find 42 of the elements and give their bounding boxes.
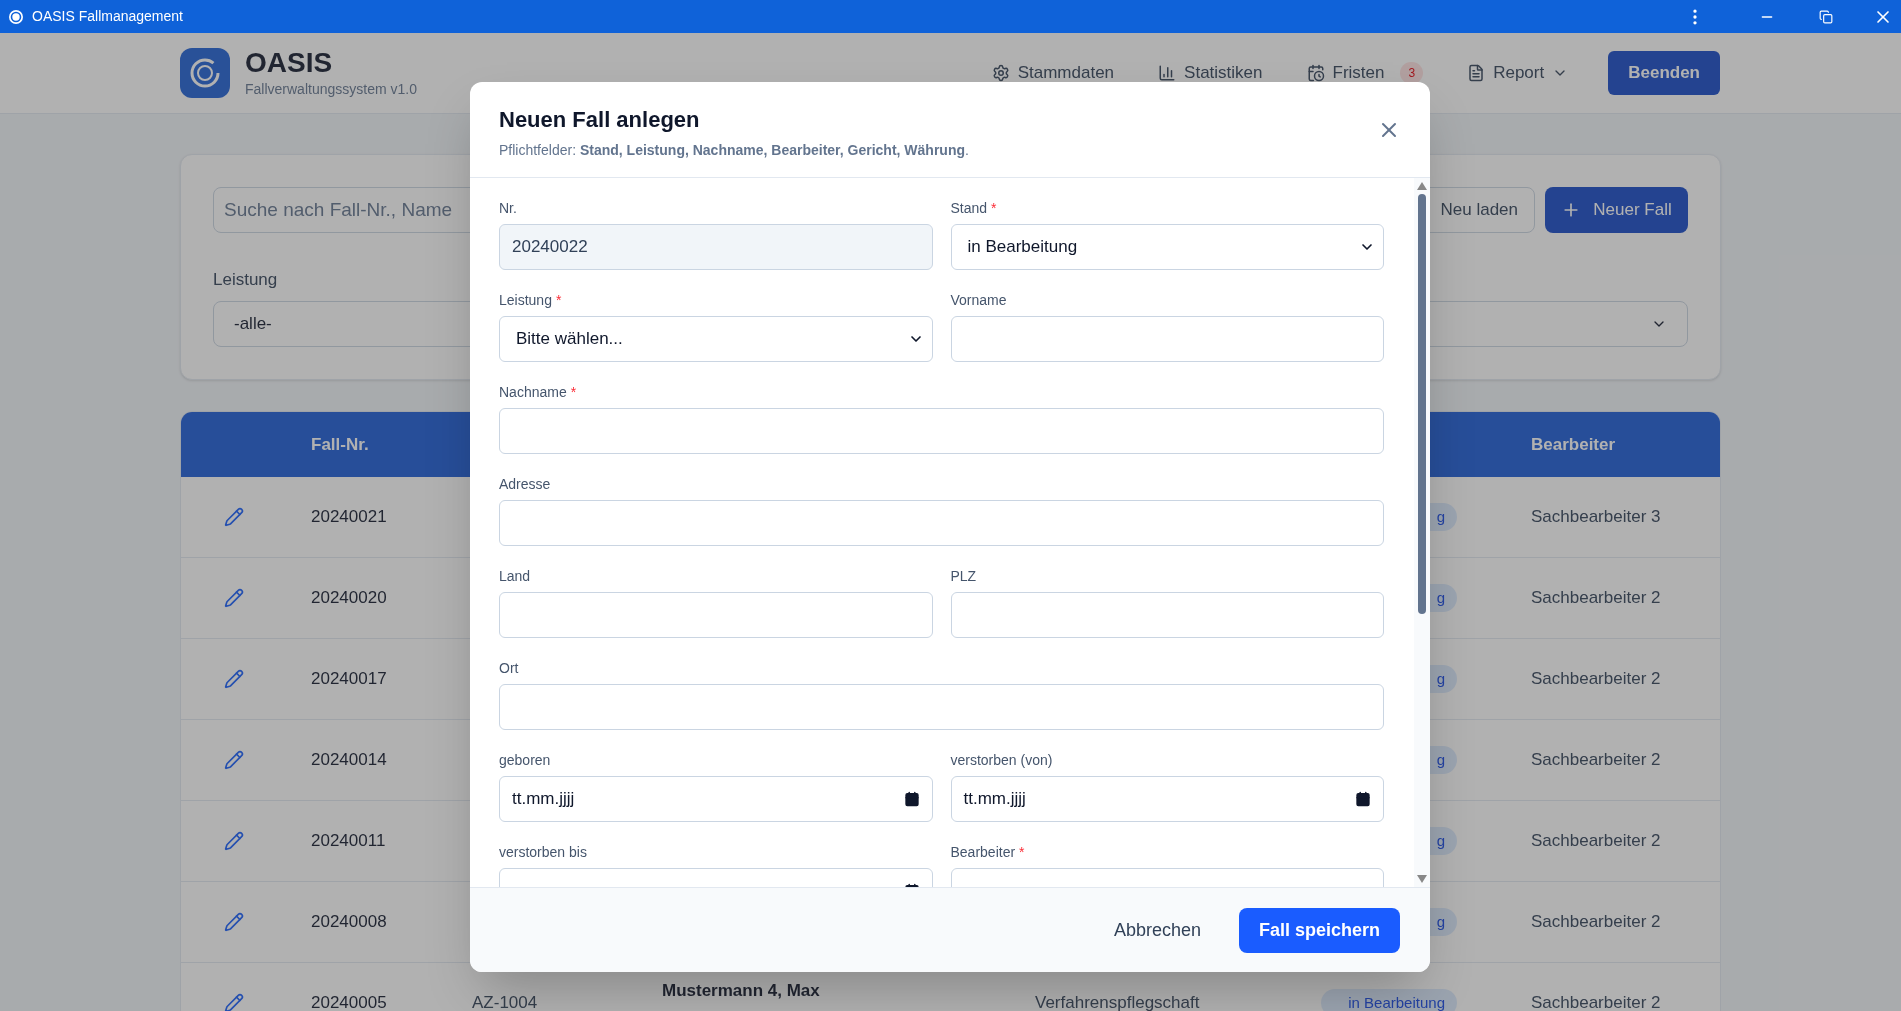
table-cell-text: 20240008	[311, 911, 388, 934]
field-label: verstorben (von)	[950, 750, 1053, 770]
required-mark: *	[991, 198, 997, 218]
table-cell-text: 20240017	[311, 668, 388, 691]
table-cell-text: Mustermann 4, Max	[662, 980, 821, 1003]
table-cell-text: Sachbearbeiter 2	[1531, 587, 1662, 610]
required-mark: *	[570, 382, 577, 402]
status-badge: in Bearbeitung	[1321, 988, 1457, 1011]
table-cell-text: 20240014	[311, 749, 388, 772]
app-name: OASIS	[245, 46, 334, 79]
field-label: Stand	[950, 198, 988, 218]
column-header: Bearbeiter	[1531, 433, 1617, 456]
field-label: Bearbeiter	[950, 842, 1016, 862]
field-label: Ort	[499, 658, 519, 678]
count-badge: 3	[1400, 62, 1424, 84]
table-cell-text: Sachbearbeiter 2	[1531, 668, 1662, 691]
table-cell-text: Sachbearbeiter 2	[1531, 992, 1662, 1011]
field-label: geboren	[499, 750, 551, 770]
field-label: Nr.	[499, 198, 517, 218]
table-cell-text: Sachbearbeiter 3	[1531, 506, 1662, 529]
field-label: PLZ	[950, 566, 977, 586]
table-cell-text: Sachbearbeiter 2	[1531, 911, 1662, 934]
field-label: verstorben bis	[499, 842, 587, 862]
table-cell-text: 20240005	[311, 992, 388, 1011]
field-label: Nachname	[499, 382, 567, 402]
table-cell-text: AZ-1004	[472, 992, 539, 1011]
dialog-subtitle: Pflichtfelder: Stand, Leistung, Nachname, Bearbeiter, Gericht, Währung.	[499, 140, 969, 160]
table-cell-text: 20240011	[311, 830, 387, 853]
table-cell-text: Verfahrenspflegschaft	[1035, 992, 1201, 1011]
required-mark: *	[1019, 842, 1025, 862]
column-header: Fall-Nr.	[311, 433, 370, 456]
field-label: Vorname	[950, 290, 1007, 310]
dialog-title: Neuen Fall anlegen	[499, 105, 701, 134]
table-cell-text: Sachbearbeiter 2	[1531, 749, 1662, 772]
window-title: OASIS Fallmanagement	[32, 7, 183, 26]
app-subtitle: Fallverwaltungssystem v1.0	[245, 79, 417, 99]
field-label: Adresse	[499, 474, 551, 494]
table-cell-text: 20240020	[311, 587, 388, 610]
field-label: Land	[499, 566, 531, 586]
filter-label: Leistung	[213, 269, 279, 291]
table-cell-text: Sachbearbeiter 2	[1531, 830, 1662, 853]
table-cell-text: 20240021	[311, 506, 388, 529]
